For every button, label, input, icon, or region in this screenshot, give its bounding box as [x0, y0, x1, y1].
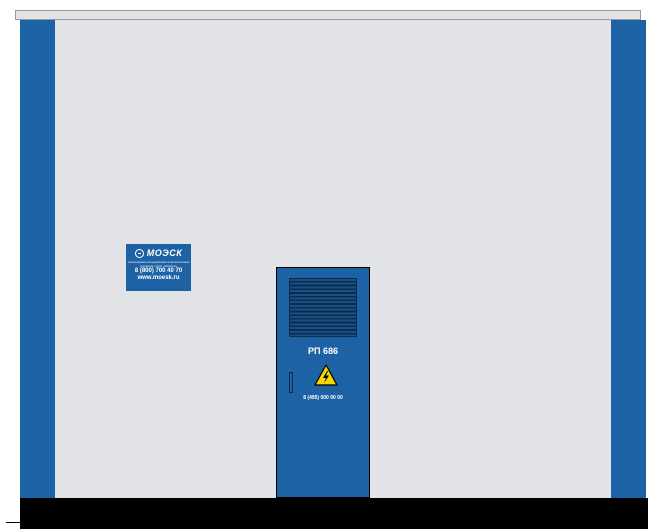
left-corner-pillar [20, 20, 55, 498]
sign-brand: МОЭСК [146, 248, 183, 258]
high-voltage-icon [314, 364, 338, 386]
ventilation-grille [289, 278, 357, 337]
sign-subtitle: «Московская объединённая электросетевая … [127, 260, 190, 268]
door-phone: 8 (495) 000 00 00 [303, 395, 343, 401]
company-logo-icon [134, 248, 144, 258]
sign-logo-row: МОЭСК [126, 248, 191, 258]
substation-door[interactable]: РП 686 8 (495) 000 00 00 [276, 267, 370, 498]
company-sign: МОЭСК «Московская объединённая электросе… [126, 244, 191, 291]
sign-phone: 8 (800) 700 40 70 [134, 268, 183, 274]
roof-cornice [15, 10, 641, 20]
foundation-plinth [20, 498, 648, 529]
sign-website: www.moesk.ru [137, 275, 180, 281]
ground-line [6, 522, 20, 523]
door-label: РП 686 [308, 346, 338, 356]
door-handle[interactable] [289, 372, 293, 393]
right-corner-pillar [611, 20, 646, 498]
